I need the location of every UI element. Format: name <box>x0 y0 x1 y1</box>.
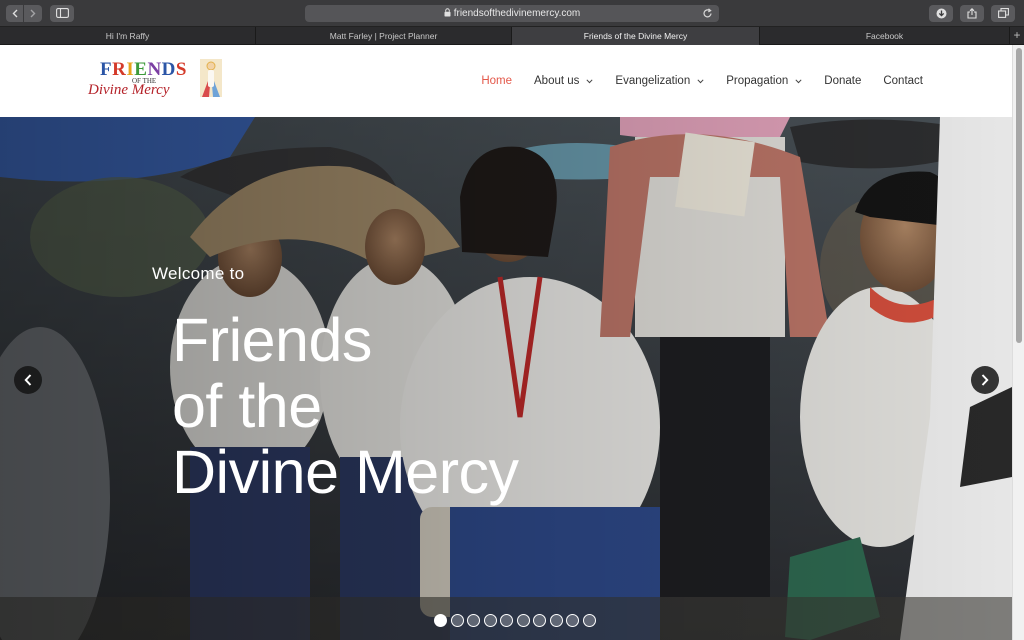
sidebar-button[interactable] <box>50 5 74 22</box>
tab-strip: Hi I'm Raffy Matt Farley | Project Plann… <box>0 27 1024 45</box>
logo-word-divine-mercy: Divine Mercy <box>88 82 170 98</box>
tab-label: Hi I'm Raffy <box>105 31 150 41</box>
nav-home[interactable]: Home <box>481 75 512 87</box>
chevron-down-icon <box>586 78 593 83</box>
back-button[interactable] <box>6 5 24 22</box>
hero-title-line: of the <box>172 372 322 440</box>
chevron-right-icon <box>981 374 989 386</box>
nav-propagation[interactable]: Propagation <box>726 75 802 87</box>
tab-project-planner[interactable]: Matt Farley | Project Planner <box>256 27 512 45</box>
slider-dot[interactable] <box>516 614 530 627</box>
hero-title-line: Friends <box>172 306 372 374</box>
tabs-icon <box>997 8 1009 18</box>
share-button[interactable] <box>960 5 984 22</box>
address-bar[interactable]: friendsofthedivinemercy.com <box>305 5 719 22</box>
history-buttons <box>6 5 42 22</box>
tab-label: Facebook <box>865 31 904 41</box>
hero-title-line: Divine Mercy <box>172 438 519 506</box>
chevron-down-icon <box>795 78 802 83</box>
page-scrollbar[interactable] <box>1012 45 1024 640</box>
url-text: friendsofthedivinemercy.com <box>453 8 581 19</box>
tab-divine-mercy[interactable]: Friends of the Divine Mercy <box>512 27 760 45</box>
tab-label: Matt Farley | Project Planner <box>329 31 438 41</box>
site-logo[interactable]: FRIENDS OF THE Divine Mercy <box>86 57 226 105</box>
slider-prev-button[interactable] <box>14 366 42 394</box>
chevron-right-icon <box>30 9 36 18</box>
nav-contact[interactable]: Contact <box>883 75 923 87</box>
browser-toolbar: friendsofthedivinemercy.com <box>0 0 1024 27</box>
main-navigation: Home About us Evangelization Propagation… <box>459 45 923 117</box>
hero-title: Friends of the Divine Mercy <box>172 307 592 505</box>
tab-overview-button[interactable] <box>991 5 1015 22</box>
slider-dot[interactable] <box>500 614 513 627</box>
nav-donate[interactable]: Donate <box>824 75 861 87</box>
chevron-left-icon <box>24 374 32 386</box>
slider-next-button[interactable] <box>971 366 999 394</box>
slider-dot[interactable] <box>549 614 563 627</box>
slider-dot[interactable] <box>582 614 596 627</box>
slider-dot[interactable] <box>566 614 579 627</box>
slider-dot[interactable] <box>450 614 464 627</box>
forward-button[interactable] <box>24 5 42 22</box>
tab-hi-im-raffy[interactable]: Hi I'm Raffy <box>0 27 256 45</box>
nav-about-us[interactable]: About us <box>534 75 593 87</box>
lock-icon <box>444 8 451 17</box>
new-tab-button[interactable]: + <box>1010 27 1024 45</box>
slider-pagination <box>434 614 596 627</box>
share-icon <box>967 8 977 19</box>
site-header: FRIENDS OF THE Divine Mercy Home About u… <box>0 45 1012 117</box>
tab-facebook[interactable]: Facebook <box>760 27 1010 45</box>
divine-mercy-image-icon <box>200 59 222 97</box>
downloads-button[interactable] <box>929 5 953 22</box>
slider-dot[interactable] <box>434 614 447 627</box>
reload-icon[interactable] <box>702 8 713 19</box>
chevron-left-icon <box>12 9 17 18</box>
hero-welcome-text: Welcome to <box>152 264 245 283</box>
tab-label: Friends of the Divine Mercy <box>583 31 688 41</box>
slider-dot[interactable] <box>467 614 480 627</box>
nav-evangelization[interactable]: Evangelization <box>615 75 704 87</box>
download-icon <box>936 8 946 19</box>
sidebar-icon <box>55 8 69 18</box>
slider-dot[interactable] <box>533 614 546 627</box>
chevron-down-icon <box>697 78 704 83</box>
scrollbar-thumb[interactable] <box>1016 48 1022 343</box>
hero-slider: Welcome to Friends of the Divine Mercy <box>0 117 1012 640</box>
slider-dot[interactable] <box>483 614 497 627</box>
